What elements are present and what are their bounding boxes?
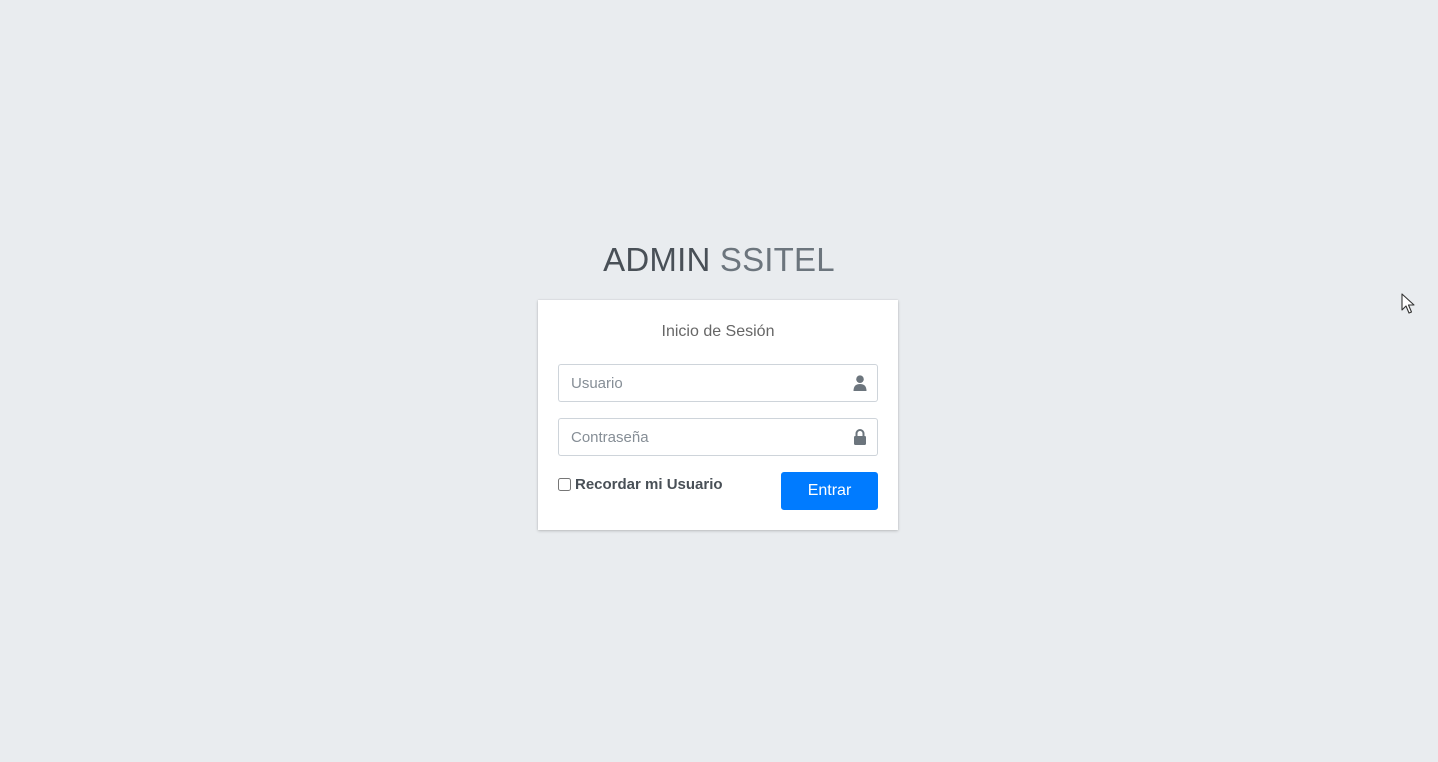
lock-icon xyxy=(853,429,866,445)
login-message: Inicio de Sesión xyxy=(661,323,775,340)
mouse-cursor-icon xyxy=(1401,293,1415,314)
remember-label: Recordar mi Usuario xyxy=(575,476,723,493)
username-input[interactable] xyxy=(558,364,842,402)
user-icon xyxy=(853,375,866,391)
username-group xyxy=(558,364,878,402)
submit-button[interactable]: Entrar xyxy=(781,472,878,510)
password-addon xyxy=(842,418,878,456)
username-addon xyxy=(842,364,878,402)
remember-checkbox[interactable] xyxy=(558,478,571,491)
logo-secondary-text: SSITEL xyxy=(719,241,835,278)
login-logo: ADMIN SSITEL xyxy=(0,240,1438,280)
password-group xyxy=(558,418,878,456)
remember-me[interactable]: Recordar mi Usuario xyxy=(558,476,723,493)
login-card: Inicio de Sesión Recordar mi Usuario Ent… xyxy=(538,300,898,530)
logo-primary-text: ADMIN xyxy=(603,241,711,278)
password-input[interactable] xyxy=(558,418,842,456)
